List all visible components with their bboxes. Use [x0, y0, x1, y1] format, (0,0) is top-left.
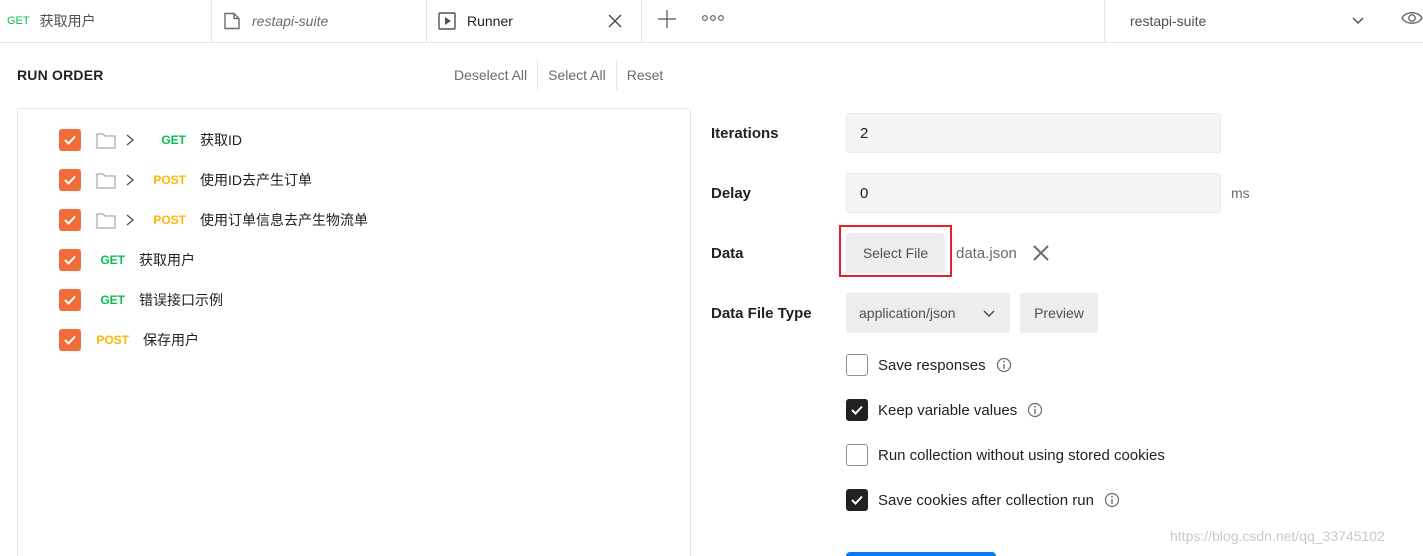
chevron-right-icon[interactable]: [124, 213, 136, 227]
data-label: Data: [711, 245, 744, 262]
keep-variable-values-checkbox[interactable]: [846, 399, 868, 421]
item-checkbox[interactable]: [59, 129, 81, 151]
request-name: 获取用户: [139, 252, 195, 268]
run-order-actions: Deselect All Select All Reset: [444, 60, 673, 90]
new-tab-icon[interactable]: [655, 7, 679, 31]
environment-selector[interactable]: restapi-suite: [1104, 0, 1384, 42]
save-responses-checkbox[interactable]: [846, 354, 868, 376]
select-file-button[interactable]: Select File: [846, 233, 945, 273]
runner-icon: [438, 12, 456, 30]
list-item[interactable]: GET 获取用户: [59, 240, 195, 280]
tab-title: Runner: [467, 13, 513, 29]
preview-button[interactable]: Preview: [1020, 293, 1098, 333]
delay-unit: ms: [1231, 185, 1250, 201]
tab-bar: GET 获取用户 restapi-suite Runner restapi-su…: [0, 0, 1423, 43]
request-name: 错误接口示例: [139, 292, 223, 308]
method-label: POST: [96, 333, 129, 347]
list-item[interactable]: POST 使用订单信息去产生物流单: [59, 200, 368, 240]
iterations-input[interactable]: [846, 113, 1221, 153]
request-name: 保存用户: [143, 332, 199, 348]
option-keep-variable-values[interactable]: Keep variable values: [846, 398, 1043, 422]
collection-icon: [224, 12, 240, 30]
info-icon[interactable]: [996, 357, 1012, 373]
folder-icon: [96, 213, 116, 229]
iterations-label: Iterations: [711, 125, 779, 142]
eye-icon[interactable]: [1400, 8, 1423, 28]
reset-button[interactable]: Reset: [617, 60, 674, 90]
save-cookies-checkbox[interactable]: [846, 489, 868, 511]
run-order-title: RUN ORDER: [17, 67, 104, 83]
run-without-cookies-checkbox[interactable]: [846, 444, 868, 466]
chevron-right-icon[interactable]: [124, 133, 136, 147]
method-label: POST: [153, 173, 186, 187]
tab-title: restapi-suite: [252, 13, 329, 29]
chevron-down-icon: [983, 310, 995, 318]
method-label: GET: [100, 293, 125, 307]
list-item[interactable]: GET 错误接口示例: [59, 280, 223, 320]
option-save-cookies[interactable]: Save cookies after collection run: [846, 488, 1120, 512]
deselect-all-button[interactable]: Deselect All: [444, 60, 539, 90]
tab-title: 获取用户: [39, 13, 96, 29]
tab-collection[interactable]: restapi-suite: [212, 0, 427, 42]
more-icon[interactable]: [701, 13, 725, 23]
info-icon[interactable]: [1027, 402, 1043, 418]
option-label: Keep variable values: [878, 401, 1018, 419]
request-name: 获取ID: [200, 132, 242, 148]
option-run-without-cookies[interactable]: Run collection without using stored cook…: [846, 443, 1165, 467]
list-item[interactable]: GET 获取ID: [59, 120, 242, 160]
run-order-list: GET 获取ID POST 使用ID去产生订单 POST 使用订单信息去产生物流…: [17, 108, 691, 556]
chevron-right-icon[interactable]: [124, 173, 136, 187]
tab-runner[interactable]: Runner: [427, 0, 642, 42]
delay-label: Delay: [711, 185, 752, 202]
option-label: Run collection without using stored cook…: [878, 446, 1165, 464]
delay-input[interactable]: [846, 173, 1221, 213]
data-file-type-label: Data File Type: [711, 305, 812, 322]
item-checkbox[interactable]: [59, 249, 81, 271]
option-label: Save cookies after collection run: [878, 491, 1094, 509]
method-label: GET: [100, 253, 125, 267]
tab-method-label: GET: [7, 15, 30, 27]
list-item[interactable]: POST 保存用户: [59, 320, 199, 360]
option-save-responses[interactable]: Save responses: [846, 353, 1012, 377]
request-name: 使用订单信息去产生物流单: [200, 212, 368, 228]
watermark: https://blog.csdn.net/qq_33745102: [1170, 528, 1385, 544]
request-name: 使用ID去产生订单: [200, 172, 312, 188]
data-file-name: data.json: [956, 245, 1017, 262]
environment-label: restapi-suite: [1130, 13, 1207, 29]
select-all-button[interactable]: Select All: [538, 60, 617, 90]
run-collection-button[interactable]: [846, 552, 996, 556]
data-file-type-select[interactable]: application/json: [846, 293, 1010, 333]
method-label: POST: [153, 213, 186, 227]
info-icon[interactable]: [1104, 492, 1120, 508]
close-icon[interactable]: [605, 11, 625, 31]
folder-icon: [96, 133, 116, 149]
chevron-down-icon: [1352, 17, 1364, 25]
tab-get-user[interactable]: GET 获取用户: [0, 0, 212, 42]
item-checkbox[interactable]: [59, 289, 81, 311]
data-file-type-value: application/json: [859, 305, 956, 321]
item-checkbox[interactable]: [59, 169, 81, 191]
close-icon[interactable]: [1031, 243, 1051, 263]
method-label: GET: [161, 133, 186, 147]
item-checkbox[interactable]: [59, 209, 81, 231]
list-item[interactable]: POST 使用ID去产生订单: [59, 160, 312, 200]
option-label: Save responses: [878, 356, 986, 374]
folder-icon: [96, 173, 116, 189]
item-checkbox[interactable]: [59, 329, 81, 351]
